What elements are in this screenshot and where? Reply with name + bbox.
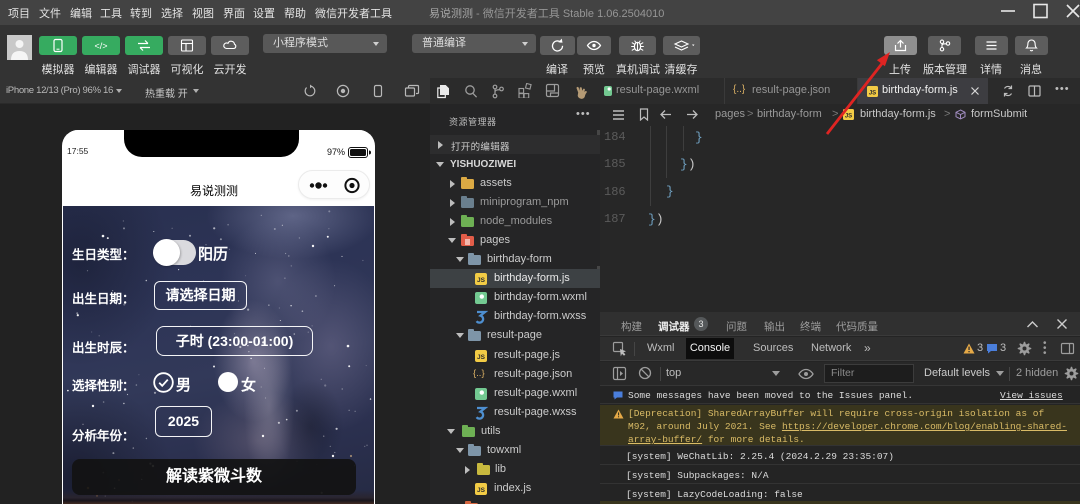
svg-text:JS: JS (869, 91, 876, 97)
svg-text:JS: JS (477, 354, 486, 361)
svg-text:JS: JS (477, 487, 486, 494)
svg-text:JS: JS (845, 114, 852, 120)
svg-text:JS: JS (477, 277, 486, 284)
svg-text:</>: </> (94, 41, 107, 51)
